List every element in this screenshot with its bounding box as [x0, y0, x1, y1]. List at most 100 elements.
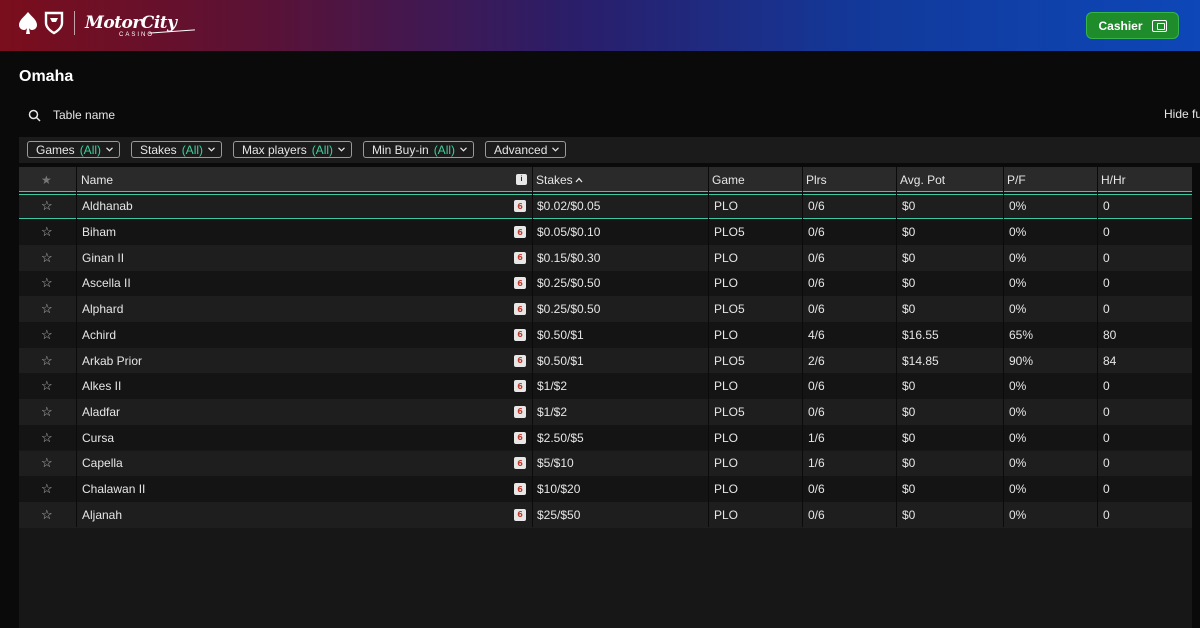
hhr-value: 0 [1103, 404, 1110, 419]
pf-value: 0% [1009, 507, 1027, 522]
seats-column-header[interactable]: i [516, 167, 527, 192]
stakes-value: $0.50/$1 [537, 353, 584, 368]
game-value: PLO [714, 430, 739, 445]
game-value: PLO5 [714, 404, 745, 419]
hhr-value: 0 [1103, 276, 1110, 291]
players-value: 0/6 [808, 225, 825, 240]
avg-pot-column-header[interactable]: Avg. Pot [900, 167, 945, 192]
stakes-value: $0.05/$0.10 [537, 225, 601, 240]
star-icon[interactable]: ☆ [41, 373, 53, 399]
wallet-icon [1151, 19, 1167, 32]
hhr-value: 0 [1103, 250, 1110, 265]
game-column-header[interactable]: Game [712, 167, 745, 192]
game-value: PLO5 [714, 353, 745, 368]
players-value: 1/6 [808, 430, 825, 445]
pf-value: 0% [1009, 456, 1027, 471]
stakes-value: $25/$50 [537, 507, 581, 522]
search-icon [28, 109, 41, 122]
filter-min-buy-in[interactable]: Min Buy-in (All) [363, 141, 475, 158]
hhr-value: 80 [1103, 327, 1117, 342]
star-icon[interactable]: ☆ [41, 195, 53, 219]
table-row[interactable]: ☆ Cursa 6 $2.50/$5 PLO 1/6 $0 0% 0 [19, 424, 1192, 451]
seats-count: 6 [514, 508, 526, 521]
stakes-column-header[interactable]: Stakes [536, 167, 583, 192]
game-value: PLO5 [714, 302, 745, 317]
shield-icon [44, 11, 64, 35]
table-row[interactable]: ☆ Capella 6 $5/$10 PLO 1/6 $0 0% 0 [19, 450, 1192, 477]
star-icon[interactable]: ☆ [41, 476, 53, 502]
table-row[interactable]: ☆ Biham 6 $0.05/$0.10 PLO5 0/6 $0 0% 0 [19, 219, 1192, 245]
star-icon[interactable]: ☆ [41, 245, 53, 271]
chevron-down-icon [208, 147, 215, 152]
star-icon[interactable]: ☆ [41, 348, 53, 374]
favorites-column-header[interactable]: ★ [41, 167, 52, 192]
table-row[interactable]: ☆ Aljanah 6 $25/$50 PLO 0/6 $0 0% 0 [19, 501, 1192, 528]
table-row[interactable]: ☆ Alphard 6 $0.25/$0.50 PLO5 0/6 $0 0% 0 [19, 296, 1192, 322]
pf-value: 0% [1009, 482, 1027, 497]
pf-value: 0% [1009, 302, 1027, 317]
table-row[interactable]: ☆ Arkab Prior 6 $0.50/$1 PLO5 2/6 $14.85… [19, 347, 1192, 374]
star-icon[interactable]: ☆ [41, 322, 53, 348]
hhr-value: 0 [1103, 199, 1110, 214]
pf-column-header[interactable]: P/F [1007, 167, 1026, 192]
star-icon[interactable]: ☆ [41, 502, 53, 528]
table-row[interactable]: ☆ Chalawan II 6 $10/$20 PLO 0/6 $0 0% 0 [19, 476, 1192, 502]
seats-badge: 6 [514, 296, 526, 322]
star-icon[interactable]: ☆ [41, 219, 53, 245]
search-placeholder: Table name [53, 108, 116, 122]
seats-badge: 6 [514, 195, 526, 219]
column-divider [896, 167, 897, 527]
filter-bar: Games (All) Stakes (All) Max players (Al… [19, 137, 1200, 163]
name-column-header[interactable]: Name [81, 167, 113, 192]
hhr-column-header[interactable]: H/Hr [1101, 167, 1126, 192]
table-name: Alkes II [82, 379, 122, 394]
star-icon[interactable]: ☆ [41, 271, 53, 297]
star-icon[interactable]: ☆ [41, 296, 53, 322]
filter-games[interactable]: Games (All) [27, 141, 121, 158]
seats-badge: 6 [514, 399, 526, 425]
spade-icon [19, 12, 37, 34]
stakes-value: $10/$20 [537, 482, 581, 497]
filter-value: (All) [311, 142, 334, 157]
avg-pot-value: $16.55 [902, 327, 939, 342]
seats-badge: 6 [514, 322, 526, 348]
chevron-down-icon [106, 147, 113, 152]
logo[interactable]: MotorCity CASINO [18, 11, 195, 38]
hhr-value: 0 [1103, 379, 1110, 394]
table-row[interactable]: ☆ Ginan II 6 $0.15/$0.30 PLO 0/6 $0 0% 0 [19, 244, 1192, 271]
filter-stakes[interactable]: Stakes (All) [131, 141, 223, 158]
players-column-header[interactable]: Plrs [806, 167, 827, 192]
game-value: PLO [714, 327, 739, 342]
table-row[interactable]: ☆ Ascella II 6 $0.25/$0.50 PLO 0/6 $0 0%… [19, 270, 1192, 297]
filter-max-players[interactable]: Max players (All) [233, 141, 353, 158]
stakes-value: $2.50/$5 [537, 430, 584, 445]
filter-value: (All) [181, 142, 204, 157]
table-row[interactable]: ☆ Aladfar 6 $1/$2 PLO5 0/6 $0 0% 0 [19, 399, 1192, 425]
table-name: Aldhanab [82, 199, 133, 214]
chevron-down-icon [552, 147, 560, 152]
star-icon[interactable]: ☆ [41, 451, 53, 477]
search-input[interactable]: Table name [28, 106, 115, 124]
pf-value: 0% [1009, 199, 1027, 214]
star-icon[interactable]: ☆ [41, 425, 53, 451]
game-value: PLO [714, 276, 739, 291]
table-row[interactable]: ☆ Alkes II 6 $1/$2 PLO 0/6 $0 0% 0 [19, 373, 1192, 400]
table-row[interactable]: ☆ Aldhanab 6 $0.02/$0.05 PLO 0/6 $0 0% 0 [19, 193, 1192, 220]
filter-label: Min Buy-in [372, 142, 429, 157]
cashier-button[interactable]: Cashier [1086, 12, 1179, 39]
avg-pot-value: $0 [902, 199, 916, 214]
seats-count: 6 [514, 483, 526, 496]
filter-advanced[interactable]: Advanced [485, 141, 567, 158]
star-icon[interactable]: ☆ [41, 399, 53, 425]
seats-count: 6 [514, 380, 526, 393]
logo-divider [74, 11, 75, 35]
table-row[interactable]: ☆ Achird 6 $0.50/$1 PLO 4/6 $16.55 65% 8… [19, 322, 1192, 348]
hhr-value: 0 [1103, 225, 1110, 240]
avg-pot-value: $0 [902, 302, 916, 317]
hhr-value: 0 [1103, 482, 1110, 497]
avg-pot-value: $0 [902, 430, 916, 445]
game-value: PLO [714, 199, 739, 214]
table-name: Alphard [82, 302, 124, 317]
table-name: Chalawan II [82, 482, 146, 497]
hide-filters-link[interactable]: Hide fu [1164, 107, 1200, 121]
